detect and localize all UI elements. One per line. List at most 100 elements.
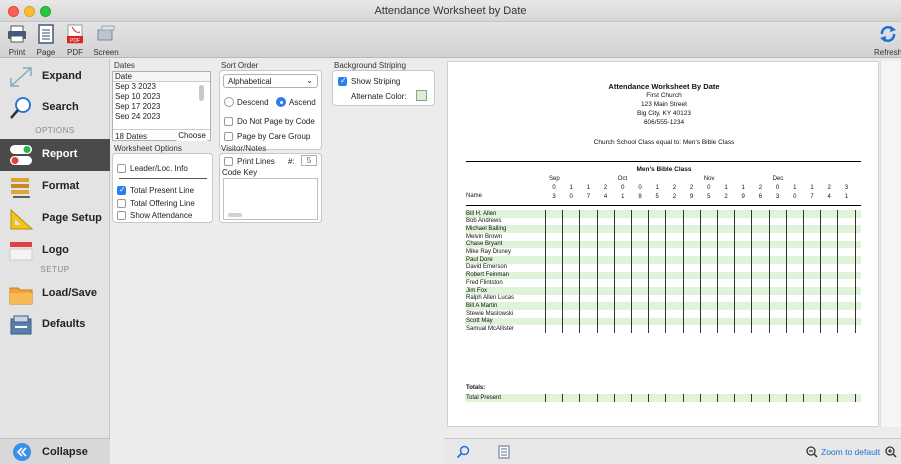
date-column-digit: 0 (621, 185, 625, 191)
dates-list[interactable]: Date Sep 3 2023 Sep 10 2023 Sep 17 2023 … (112, 71, 211, 141)
window-title: Attendance Worksheet by Date (374, 5, 527, 17)
print-label: Print (8, 48, 26, 57)
grid-column-line (768, 210, 770, 334)
show-attendance-checkbox[interactable] (117, 211, 126, 220)
date-column-digit: 7 (810, 194, 814, 200)
date-column-digit: 2 (827, 185, 831, 191)
table-row-name: Samual McAllister (466, 326, 515, 332)
sort-panel: Alphabetical ⌄ Descend Ascend Do Not Pag… (219, 70, 322, 150)
descend-radio[interactable] (224, 97, 234, 107)
date-column-digit: 1 (586, 185, 591, 191)
divider (119, 178, 207, 179)
report-org: First Church (646, 92, 682, 99)
grid-column-line (545, 394, 546, 402)
table-row-name: Bob Andrews (466, 218, 502, 225)
month-header: Sep (549, 176, 560, 182)
list-item[interactable]: Sep 17 2023 (113, 102, 210, 112)
no-page-by-code-checkbox[interactable] (224, 117, 233, 126)
pdf-icon-text: PDF (70, 38, 80, 44)
table-row-name: Bill A Martin (466, 302, 498, 309)
grid-column-line (682, 210, 684, 334)
date-column-digit: 1 (724, 185, 728, 191)
screen-button[interactable]: Screen (92, 24, 120, 57)
pdf-button[interactable]: PDF PDF (64, 24, 86, 57)
preview-scrollbar[interactable] (880, 61, 901, 427)
sidebar-section-setup: SETUP (40, 265, 70, 274)
format-icon (11, 178, 30, 198)
class-name: Men's Bible Class (636, 166, 692, 173)
grid-column-line (768, 394, 770, 402)
grid-column-line (665, 394, 667, 402)
grid-column-line (579, 210, 581, 334)
grid-column-line (562, 394, 564, 402)
sidebar-item-format[interactable]: Format (0, 171, 110, 203)
page-by-care-group-label: Page by Care Group (237, 132, 311, 141)
alternate-color-swatch[interactable] (416, 90, 427, 101)
textarea-scrollbar[interactable] (228, 213, 242, 217)
date-column-digit: 4 (827, 194, 831, 200)
date-column-digit: 5 (707, 194, 711, 200)
divider (466, 205, 861, 206)
sidebar-item-search[interactable]: Search (0, 92, 110, 124)
ascend-radio[interactable] (276, 97, 286, 107)
page-by-care-group-checkbox[interactable] (224, 132, 233, 141)
date-column-digit: 1 (621, 194, 625, 200)
total-present-checkbox[interactable] (117, 185, 126, 195)
sort-order-select[interactable]: Alphabetical ⌄ (223, 74, 318, 88)
leader-info-checkbox[interactable] (117, 164, 126, 173)
zoom-in-icon[interactable] (885, 446, 897, 458)
date-column-digit: 2 (672, 194, 677, 200)
screen-icon (97, 25, 115, 41)
sidebar-item-report[interactable]: Report (0, 139, 110, 171)
zoom-out-icon[interactable] (806, 446, 818, 458)
sidebar-label-page-setup: Page Setup (42, 212, 102, 224)
folder-icon (9, 287, 33, 305)
grid-column-line (734, 394, 736, 402)
grid-column-line (820, 210, 822, 334)
list-item[interactable]: Sep 3 2023 (113, 82, 210, 92)
sidebar-item-logo[interactable]: Logo (0, 235, 110, 267)
sidebar: Expand Search OPTIONS Report Format Page… (0, 59, 110, 464)
page-button[interactable]: Page (35, 24, 57, 57)
sidebar-label-defaults: Defaults (42, 318, 86, 330)
alternate-color-label: Alternate Color: (351, 92, 407, 101)
title-bar: Attendance Worksheet by Date (0, 0, 901, 22)
ascend-label: Ascend (289, 98, 316, 107)
choose-dates-button[interactable]: Choose (175, 131, 209, 141)
list-item[interactable]: Sep 10 2023 (113, 92, 210, 102)
pdf-icon: PDF (67, 24, 83, 44)
no-page-by-code-label: Do Not Page by Code (237, 117, 315, 126)
grid-column-line (734, 210, 736, 334)
total-offering-checkbox[interactable] (117, 199, 126, 208)
refresh-label: Refresh (874, 48, 901, 57)
worksheet-group-title: Worksheet Options (114, 144, 182, 153)
list-item[interactable]: Sep 24 2023 (113, 112, 210, 119)
sidebar-item-load-save[interactable]: Load/Save (0, 278, 110, 310)
grid-column-line (785, 394, 787, 402)
refresh-button[interactable]: Refresh (874, 24, 901, 57)
show-striping-checkbox[interactable] (338, 76, 347, 86)
sidebar-item-expand[interactable]: Expand (0, 61, 110, 93)
code-key-textarea[interactable] (223, 178, 318, 220)
report-title: Attendance Worksheet By Date (608, 82, 720, 91)
sidebar-item-page-setup[interactable]: Page Setup (0, 203, 110, 235)
collapse-button[interactable]: Collapse (0, 438, 110, 464)
row-stripe (465, 287, 861, 295)
sidebar-item-defaults[interactable]: Defaults (0, 309, 110, 341)
print-button[interactable]: Print (6, 24, 28, 57)
app-window: Attendance Worksheet by Date Print Page (0, 0, 901, 464)
page-label: Page (36, 48, 56, 57)
page-icon[interactable] (498, 445, 510, 459)
triangle-ruler-icon (10, 208, 34, 230)
row-stripe (465, 240, 861, 249)
divider (466, 161, 861, 162)
print-lines-checkbox[interactable] (224, 157, 233, 166)
search-icon[interactable] (456, 445, 470, 459)
report-city: Big City, KY 40123 (637, 110, 691, 117)
dates-scrollbar[interactable] (199, 85, 204, 101)
date-column-digit: 1 (810, 185, 814, 191)
show-attendance-label: Show Attendance (130, 211, 193, 220)
lines-count-field[interactable]: 5 (301, 155, 317, 166)
zoom-to-default-link[interactable]: Zoom to default (821, 447, 880, 457)
grid-column-line (854, 210, 856, 334)
